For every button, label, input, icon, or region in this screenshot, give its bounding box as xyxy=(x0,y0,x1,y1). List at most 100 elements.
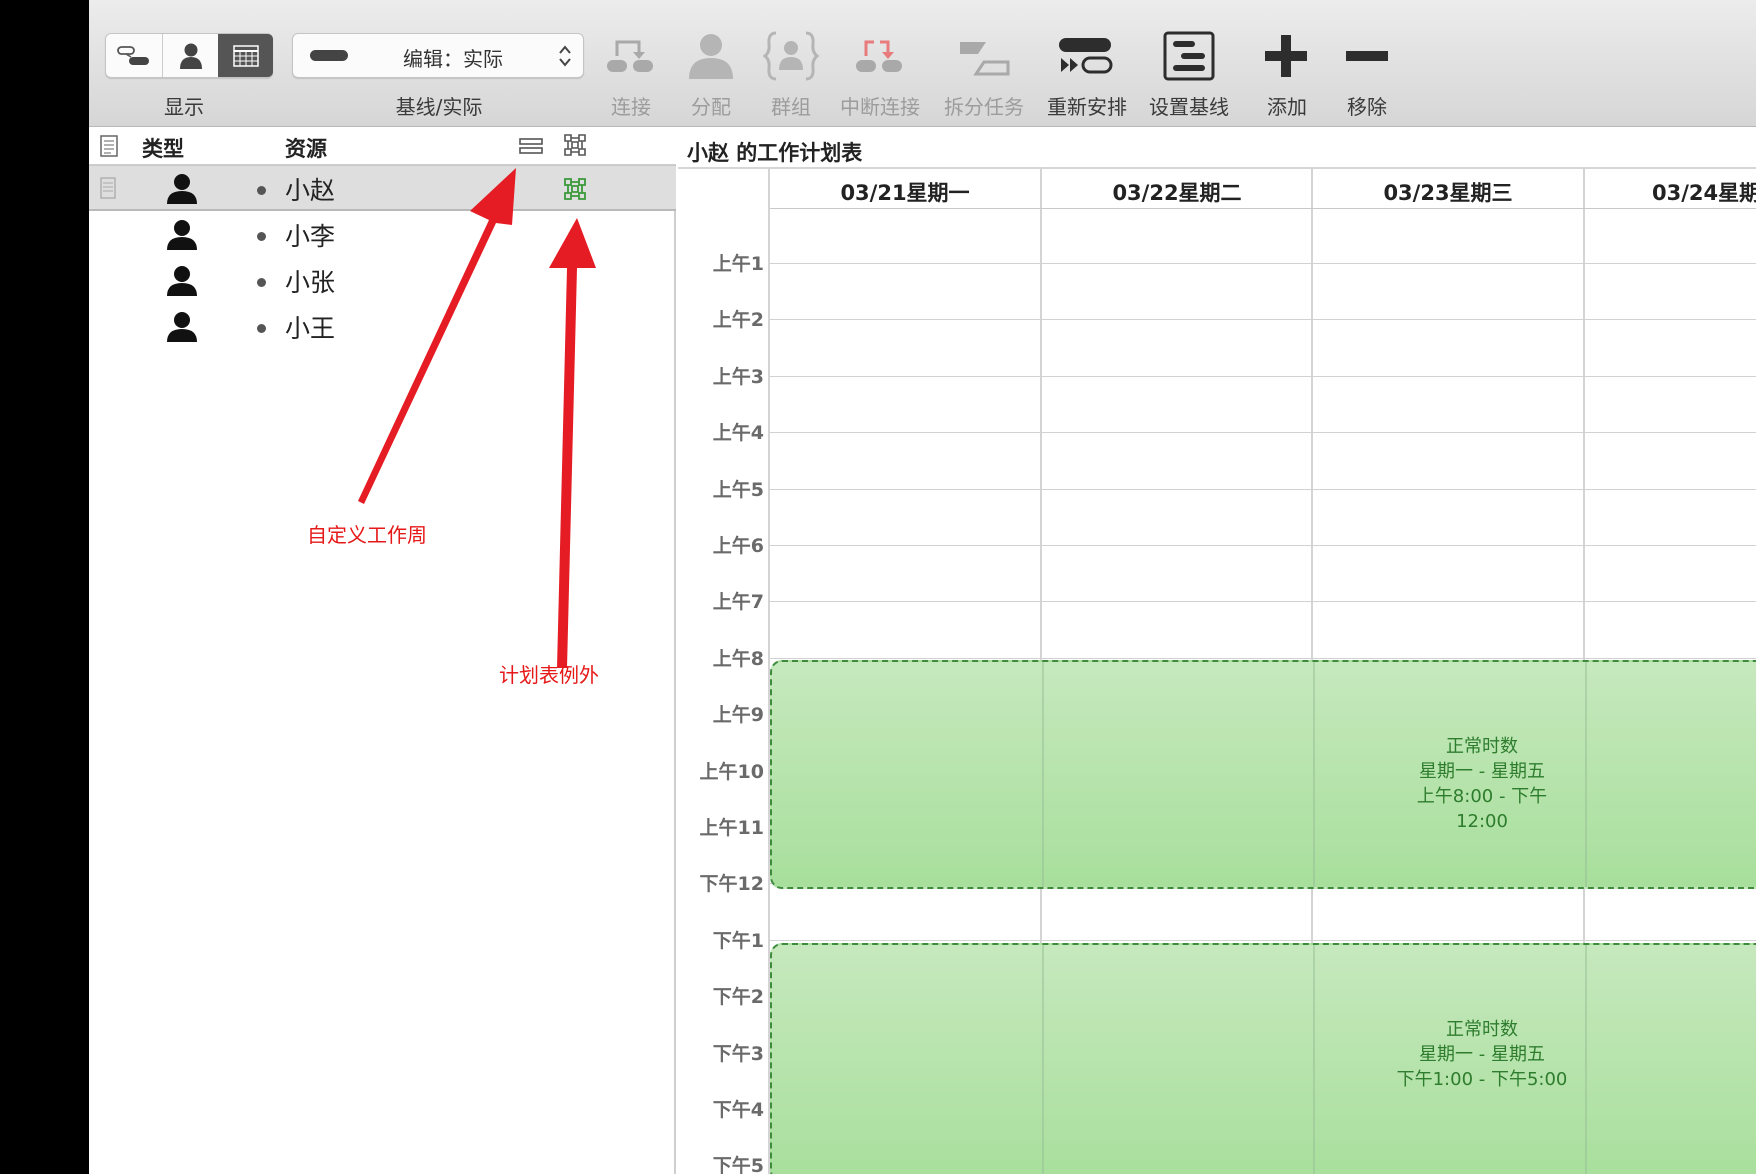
hour-label: 上午7 xyxy=(712,591,764,613)
hour-gridline xyxy=(770,489,1756,490)
column-divider xyxy=(1585,945,1587,1174)
hour-label: 上午5 xyxy=(712,479,764,501)
reschedule-icon xyxy=(1059,38,1113,74)
resource-name: 小张 xyxy=(285,268,336,297)
set-baseline-label: 设置基线 xyxy=(1149,95,1229,119)
work-block-title: 正常时数 xyxy=(1446,1019,1518,1040)
hour-gridline xyxy=(770,658,1756,659)
schedule-title: 小赵 的工作计划表 xyxy=(687,141,863,165)
column-divider xyxy=(1313,945,1315,1174)
column-divider xyxy=(1585,662,1587,887)
resource-row[interactable]: 小赵 xyxy=(89,165,676,211)
set-baseline-button[interactable] xyxy=(1158,28,1220,84)
resource-name: 小赵 xyxy=(285,176,336,205)
group-label: 群组 xyxy=(771,95,811,119)
hour-label: 下午5 xyxy=(712,1155,764,1174)
minus-icon xyxy=(1346,51,1388,61)
bullet-icon xyxy=(257,324,266,333)
hour-label: 上午1 xyxy=(712,253,764,275)
grid-top-border xyxy=(678,167,1756,169)
hour-label: 上午8 xyxy=(712,648,764,670)
work-hours-block[interactable]: 正常时数 星期一 - 星期五 上午8:00 - 下午12:00 xyxy=(770,660,1756,889)
person-icon xyxy=(167,174,197,204)
bullet-icon xyxy=(257,232,266,241)
assign-person-icon xyxy=(689,34,733,79)
hour-gridline xyxy=(770,940,1756,941)
resources-header: 类型 资源 xyxy=(89,127,676,165)
work-block-days: 星期一 - 星期五 xyxy=(1419,1044,1545,1065)
hour-label: 上午11 xyxy=(699,817,764,839)
baseline-select[interactable]: 编辑：实际 xyxy=(292,33,584,78)
header-divider xyxy=(770,208,1756,209)
hour-gridline xyxy=(770,263,1756,264)
hour-label: 上午4 xyxy=(712,422,764,444)
app-window: 显示 编辑：实际 基线/实际 连接 分配 群组 中断连接 拆分任务 重新安排 设… xyxy=(89,0,1756,1174)
link-label: 连接 xyxy=(611,95,651,119)
add-button[interactable] xyxy=(1255,28,1317,84)
remove-button[interactable] xyxy=(1336,28,1398,84)
bullet-icon xyxy=(257,186,266,195)
work-hours-block[interactable]: 正常时数 星期一 - 星期五 下午1:00 - 下午5:00 xyxy=(770,943,1756,1174)
link-icon xyxy=(607,40,653,72)
hour-label: 下午3 xyxy=(712,1043,764,1065)
view-gantt-button[interactable] xyxy=(106,34,162,77)
hour-label: 上午10 xyxy=(699,761,764,783)
resource-row[interactable]: 小王 xyxy=(89,304,676,350)
person-icon xyxy=(167,220,197,250)
note-icon xyxy=(100,177,116,199)
baseline-label: 基线/实际 xyxy=(395,95,483,119)
work-block-title: 正常时数 xyxy=(1446,736,1518,757)
group-icon xyxy=(762,31,820,81)
view-resources-button[interactable] xyxy=(162,34,218,77)
hour-gridline xyxy=(770,601,1756,602)
hour-label: 下午1 xyxy=(712,930,764,952)
person-icon xyxy=(167,266,197,296)
day-header: 03/23星期三 xyxy=(1383,181,1513,205)
notes-column-icon xyxy=(100,135,118,157)
column-resource-header[interactable]: 资源 xyxy=(285,133,327,163)
hour-gridline xyxy=(770,432,1756,433)
split-task-button[interactable] xyxy=(953,28,1015,84)
baseline-select-value: 编辑：实际 xyxy=(403,47,503,71)
column-type-header[interactable]: 类型 xyxy=(142,133,184,163)
remove-label: 移除 xyxy=(1347,95,1387,119)
hour-gridline xyxy=(770,376,1756,377)
day-header: 03/24星期 xyxy=(1652,181,1756,205)
calendar-grid-icon xyxy=(232,44,259,67)
work-week-column-icon[interactable] xyxy=(519,136,543,156)
view-calendar-button[interactable] xyxy=(218,34,273,77)
set-baseline-icon xyxy=(1163,31,1215,81)
add-label: 添加 xyxy=(1267,95,1307,119)
day-header: 03/21星期一 xyxy=(840,181,970,205)
unlink-button[interactable] xyxy=(849,28,911,84)
group-button[interactable] xyxy=(760,28,822,84)
reschedule-button[interactable] xyxy=(1054,28,1116,84)
gantt-icon xyxy=(117,45,149,65)
up-down-chevron-icon xyxy=(559,45,571,67)
plus-icon xyxy=(1265,35,1307,77)
split-task-icon xyxy=(960,42,1010,76)
annotation-custom-work-week: 自定义工作周 xyxy=(307,523,427,547)
unlink-label: 中断连接 xyxy=(840,95,920,119)
assign-label: 分配 xyxy=(691,95,731,119)
hour-label: 上午2 xyxy=(712,309,764,331)
hour-label: 下午4 xyxy=(712,1099,764,1121)
view-segmented-control xyxy=(105,33,273,78)
column-divider xyxy=(1042,945,1044,1174)
exceptions-column-icon[interactable] xyxy=(563,133,587,157)
work-schedule-pane: 小赵 的工作计划表 03/21星期一 03/22星期二 03/23星期三 03/… xyxy=(678,127,1756,1174)
day-header: 03/22星期二 xyxy=(1112,181,1242,205)
schedule-exception-icon[interactable] xyxy=(563,177,587,201)
toolbar: 显示 编辑：实际 基线/实际 连接 分配 群组 中断连接 拆分任务 重新安排 设… xyxy=(89,0,1756,127)
resources-pane: 类型 资源 小赵 小李 小张 小王 xyxy=(89,127,676,1174)
hour-label: 上午3 xyxy=(712,366,764,388)
resource-name: 小李 xyxy=(285,222,336,251)
hour-label: 下午2 xyxy=(712,986,764,1008)
resource-row[interactable]: 小张 xyxy=(89,258,676,304)
hour-gridline xyxy=(770,545,1756,546)
hour-label: 下午12 xyxy=(699,873,764,895)
assign-button[interactable] xyxy=(680,28,742,84)
hour-label: 上午6 xyxy=(712,535,764,557)
resource-row[interactable]: 小李 xyxy=(89,212,676,258)
link-button[interactable] xyxy=(600,28,662,84)
